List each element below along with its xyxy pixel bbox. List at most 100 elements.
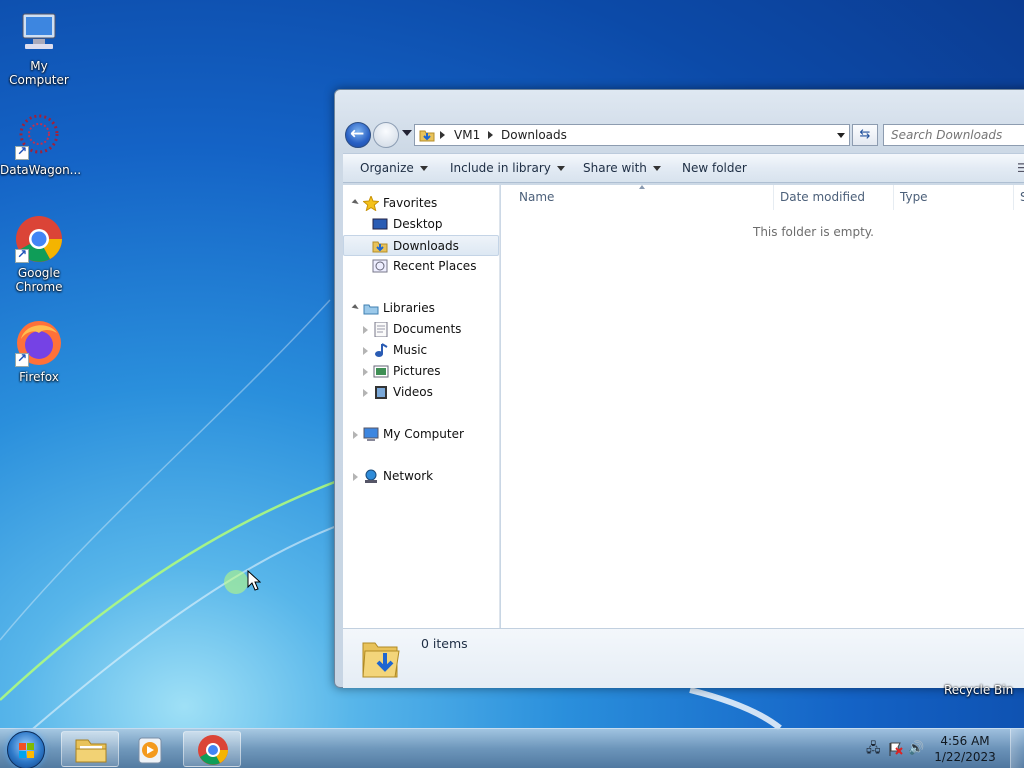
clock-date: 1/22/2023 [934,750,996,764]
chrome-icon [15,215,63,263]
downloads-folder-icon [419,128,435,142]
back-button[interactable] [345,122,371,148]
pictures-icon [373,364,389,379]
column-header-date-modified[interactable]: Date modified [780,185,865,210]
nav-recent-places[interactable]: Recent Places [343,256,499,277]
nav-libraries[interactable]: Libraries [343,298,499,319]
chevron-down-icon [652,166,661,171]
music-note-icon [373,343,389,358]
expand-arrow-icon[interactable] [353,473,358,481]
mouse-cursor-icon [247,570,261,591]
column-header-size[interactable]: S [1020,185,1024,210]
recycle-bin-label[interactable]: Recycle Bin [944,683,1013,697]
star-icon [362,194,380,212]
column-header-name[interactable]: Name [519,185,554,210]
windows-logo-icon [19,743,34,758]
expand-arrow-icon[interactable] [363,326,368,334]
column-divider[interactable] [1013,185,1014,210]
documents-icon [373,321,389,338]
shortcut-arrow-icon [15,144,29,160]
forward-button[interactable] [373,122,399,148]
share-with-button[interactable]: Share with [583,161,661,175]
videos-icon [373,385,389,400]
nav-network[interactable]: Network [343,466,499,487]
desktop-icon-my-computer[interactable]: My Computer [0,8,78,87]
address-bar[interactable]: VM1 Downloads [414,124,850,146]
nav-music[interactable]: Music [343,340,499,361]
refresh-button[interactable]: ⇆ [852,124,878,146]
column-header-type[interactable]: Type [900,185,928,210]
include-in-library-button[interactable]: Include in library [450,161,565,175]
file-list[interactable]: Name Date modified Type S This folder is… [501,185,1024,628]
details-pane: 0 items [343,628,1024,688]
desktop-icon-label: Google Chrome [15,266,63,294]
show-desktop-button[interactable] [1010,729,1024,768]
system-tray: 🖧 🔊 4:56 AM 1/22/2023 [854,729,1024,768]
expand-arrow-icon[interactable] [353,431,358,439]
view-options-icon[interactable]: ☰ [1017,161,1024,175]
empty-folder-message: This folder is empty. [753,225,874,239]
volume-icon[interactable]: 🔊 [908,742,924,756]
chevron-down-icon [419,166,428,171]
column-divider[interactable] [893,185,894,210]
breadcrumb-vm1[interactable]: VM1 [454,128,480,142]
expand-arrow-icon[interactable] [363,368,368,376]
clock[interactable]: 4:56 AM 1/22/2023 [926,733,1004,765]
explorer-window[interactable]: VM1 Downloads ⇆ Organize Include in libr… [334,89,1024,688]
shortcut-arrow-icon [15,351,29,367]
desktop-icon-datawagon[interactable]: DataWagon... [0,112,81,177]
recent-places-icon [372,259,388,274]
breadcrumb-downloads[interactable]: Downloads [501,128,567,142]
command-bar: Organize Include in library Share with N… [343,153,1024,183]
network-status-icon[interactable]: 🖧 [866,742,882,756]
item-count: 0 items [421,636,468,651]
desktop-icon-chrome[interactable]: Google Chrome [0,215,78,294]
breadcrumb-separator-icon [488,131,493,139]
organize-button[interactable]: Organize [360,161,428,175]
recent-pages-dropdown[interactable] [402,130,412,136]
datawagon-icon [15,112,63,160]
nav-videos[interactable]: Videos [343,382,499,403]
media-player-icon [138,737,162,764]
nav-favorites[interactable]: Favorites [343,193,499,214]
column-divider[interactable] [773,185,774,210]
computer-icon [15,8,63,56]
firefox-icon [15,319,63,367]
taskbar-explorer-button[interactable] [61,731,119,767]
downloads-folder-icon [361,635,401,679]
nav-downloads[interactable]: Downloads [343,235,499,256]
nav-my-computer[interactable]: My Computer [343,424,499,445]
chrome-icon [198,735,228,765]
nav-desktop[interactable]: Desktop [343,214,499,235]
address-dropdown-icon[interactable] [837,133,845,138]
sort-ascending-icon [639,185,645,189]
expand-arrow-icon[interactable] [363,347,368,355]
taskbar-chrome-button[interactable] [183,731,241,767]
navigation-pane: Favorites Desktop Downloads Recent Place… [343,185,500,628]
new-folder-button[interactable]: New folder [682,161,747,175]
nav-documents[interactable]: Documents [343,319,499,340]
explorer-icon [75,739,107,763]
search-input[interactable] [884,125,1024,145]
chevron-down-icon [556,166,565,171]
libraries-icon [363,301,379,316]
computer-icon [363,427,379,442]
nav-pictures[interactable]: Pictures [343,361,499,382]
downloads-folder-icon [372,239,388,254]
taskbar: 🖧 🔊 4:56 AM 1/22/2023 [0,728,1024,768]
start-button[interactable] [7,731,45,768]
search-box[interactable] [883,124,1024,146]
action-center-flag-icon[interactable] [888,742,904,756]
desktop-icon-firefox[interactable]: Firefox [0,319,78,384]
desktop-icon [372,217,388,232]
refresh-icon: ⇆ [859,127,871,142]
address-row: VM1 Downloads ⇆ [343,120,1024,148]
desktop-icon-label: Firefox [19,370,59,384]
taskbar-media-player-button[interactable] [121,731,179,767]
expand-arrow-icon[interactable] [351,304,360,312]
network-icon [363,469,379,484]
clock-time: 4:56 AM [940,734,990,748]
expand-arrow-icon[interactable] [363,389,368,397]
desktop-icon-label: My Computer [9,59,69,87]
expand-arrow-icon[interactable] [351,199,360,207]
